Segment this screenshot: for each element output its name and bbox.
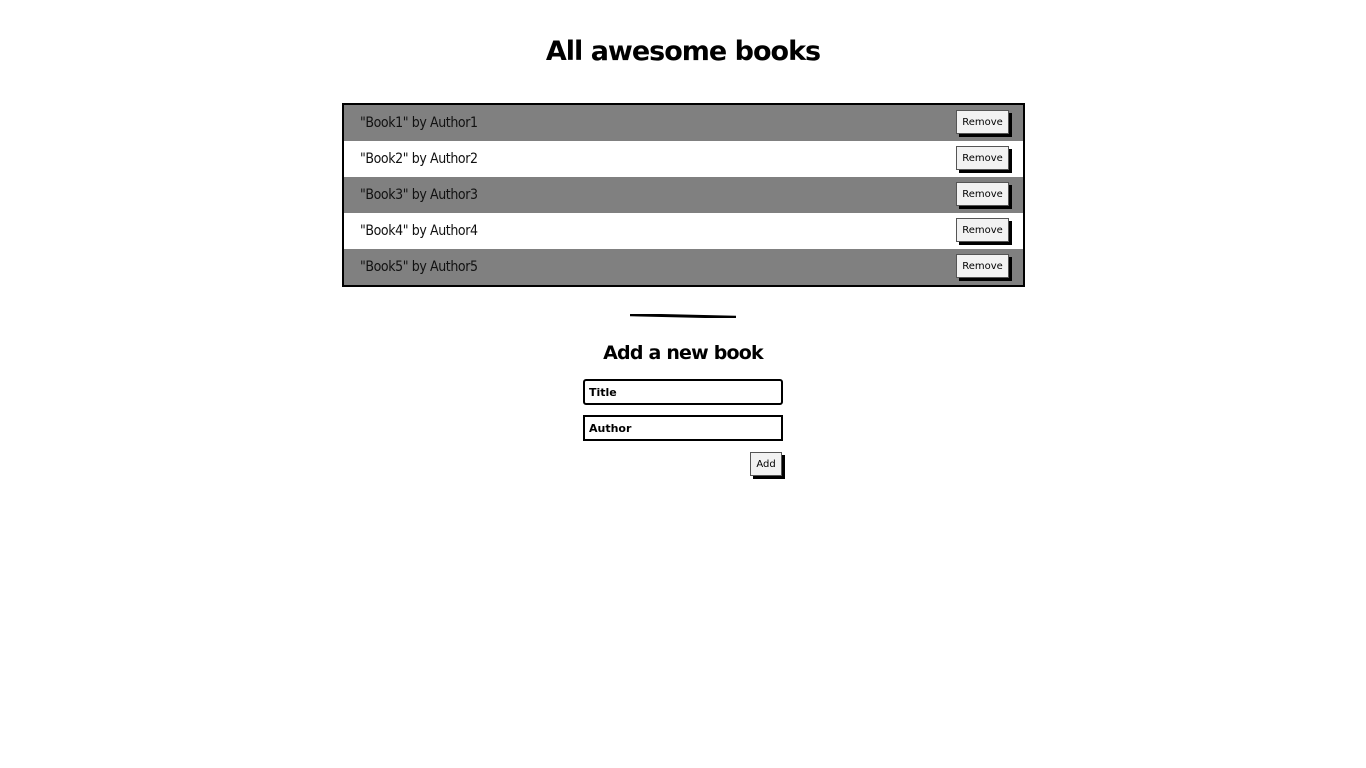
remove-button[interactable]: Remove	[956, 110, 1009, 134]
list-item: "Book4" by Author4 Remove	[344, 213, 1023, 249]
list-item: "Book3" by Author3 Remove	[344, 177, 1023, 213]
list-item: "Book2" by Author2 Remove	[344, 141, 1023, 177]
section-divider	[630, 314, 736, 318]
form-title: Add a new book	[603, 342, 763, 364]
page: All awesome books "Book1" by Author1 Rem…	[0, 0, 1366, 768]
book-list: "Book1" by Author1 Remove "Book2" by Aut…	[342, 103, 1025, 287]
remove-button[interactable]: Remove	[956, 254, 1009, 278]
book-entry-text: "Book1" by Author1	[360, 115, 478, 131]
list-item: "Book1" by Author1 Remove	[344, 105, 1023, 141]
page-title: All awesome books	[545, 36, 821, 67]
title-input[interactable]	[583, 379, 783, 405]
book-entry-text: "Book5" by Author5	[360, 259, 478, 275]
add-button[interactable]: Add	[750, 452, 782, 476]
author-input[interactable]	[583, 415, 783, 441]
book-entry-text: "Book4" by Author4	[360, 223, 478, 239]
list-item: "Book5" by Author5 Remove	[344, 249, 1023, 285]
book-entry-text: "Book3" by Author3	[360, 187, 478, 203]
remove-button[interactable]: Remove	[956, 182, 1009, 206]
remove-button[interactable]: Remove	[956, 146, 1009, 170]
remove-button[interactable]: Remove	[956, 218, 1009, 242]
book-entry-text: "Book2" by Author2	[360, 151, 478, 167]
